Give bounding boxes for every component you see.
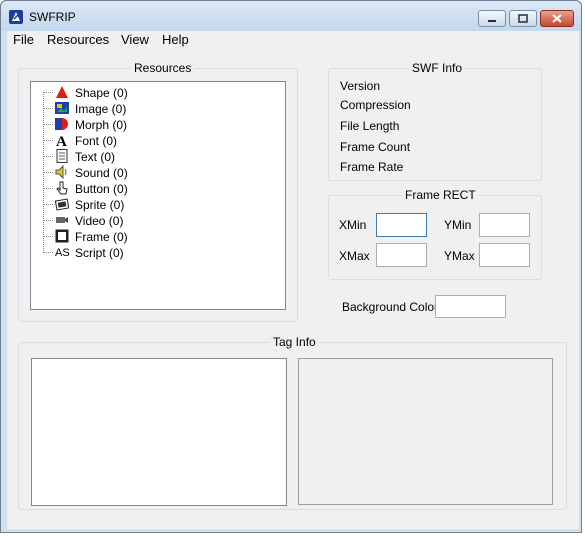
tree-item-label: Frame (0)	[75, 230, 128, 244]
tree-item-label: Shape (0)	[75, 86, 128, 100]
tree-item-label: Sprite (0)	[75, 198, 125, 212]
morph-icon	[55, 118, 68, 130]
menu-help[interactable]: Help	[162, 32, 189, 47]
version-label: Version	[340, 79, 381, 93]
svg-text:AS: AS	[55, 247, 70, 259]
background-color-field[interactable]	[435, 295, 506, 318]
tag-detail-panel	[298, 358, 553, 505]
frame-rect-group: Frame RECT XMin YMin XMax YMax	[328, 188, 542, 280]
ymin-label: YMin	[444, 218, 472, 232]
tree-branch	[43, 204, 53, 205]
client-area: Resources Shape (0) Image (0) Morph (0) …	[7, 50, 579, 529]
file-length-label: File Length	[340, 119, 400, 133]
frame-rate-label: Frame Rate	[340, 160, 404, 174]
title-bar[interactable]: SWFRIP	[1, 1, 581, 31]
tree-branch	[43, 140, 53, 141]
xmax-label: XMax	[339, 249, 370, 263]
video-icon	[56, 217, 68, 223]
close-button[interactable]	[540, 10, 574, 27]
menu-resources[interactable]: Resources	[47, 32, 109, 47]
swf-info-title: SWF Info	[409, 61, 466, 75]
window-title: SWFRIP	[29, 10, 76, 24]
swf-info-group: SWF Info Version Compression File Length…	[328, 61, 542, 181]
xmin-field[interactable]	[376, 213, 427, 237]
ymin-field[interactable]	[479, 213, 530, 237]
background-color-label: Background Color	[342, 300, 439, 314]
tree-branch	[43, 236, 53, 237]
app-window: SWFRIP File Resources View Help Resource…	[0, 0, 582, 533]
ymax-field[interactable]	[479, 243, 530, 267]
button-icon	[56, 181, 68, 195]
script-icon: AS	[55, 247, 70, 259]
close-icon	[552, 14, 562, 23]
xmin-label: XMin	[339, 218, 367, 232]
tree-branch	[43, 92, 53, 93]
tree-branch	[43, 252, 53, 253]
app-icon	[9, 10, 23, 24]
menu-bar: File Resources View Help	[7, 31, 579, 50]
minimize-icon	[488, 20, 496, 22]
tree-branch	[43, 124, 53, 125]
tree-branch	[43, 156, 53, 157]
tree-branch	[43, 172, 53, 173]
tree-item-label: Morph (0)	[75, 118, 128, 132]
minimize-button[interactable]	[478, 10, 506, 27]
image-icon	[55, 102, 69, 114]
tag-info-group: Tag Info	[18, 335, 567, 510]
resources-tree[interactable]: Shape (0) Image (0) Morph (0) A Font (0)…	[30, 81, 286, 310]
svg-text:A: A	[56, 134, 67, 147]
tree-item-label: Script (0)	[75, 246, 124, 260]
sound-icon	[55, 165, 67, 179]
tree-branch	[43, 188, 53, 189]
resources-group: Resources Shape (0) Image (0) Morph (0) …	[18, 61, 298, 322]
compression-label: Compression	[340, 98, 411, 112]
maximize-icon	[518, 14, 528, 23]
tree-branch	[43, 108, 53, 109]
tree-item-label: Sound (0)	[75, 166, 128, 180]
tree-item-label: Text (0)	[75, 150, 116, 164]
sprite-icon	[55, 198, 69, 211]
tree-item-label: Video (0)	[75, 214, 124, 228]
maximize-button[interactable]	[509, 10, 537, 27]
font-icon: A	[56, 134, 67, 147]
tree-item-label: Image (0)	[75, 102, 127, 116]
tree-item-label: Font (0)	[75, 134, 118, 148]
shape-icon	[56, 86, 68, 98]
tag-info-title: Tag Info	[270, 335, 319, 349]
text-icon	[56, 149, 68, 163]
ymax-label: YMax	[444, 249, 475, 263]
tree-item-label: Button (0)	[75, 182, 128, 196]
xmax-field[interactable]	[376, 243, 427, 267]
menu-file[interactable]: File	[13, 32, 34, 47]
resources-group-title: Resources	[131, 61, 195, 75]
frame-icon	[55, 229, 69, 243]
tag-list[interactable]	[31, 358, 287, 506]
menu-view[interactable]: View	[121, 32, 149, 47]
frame-rect-title: Frame RECT	[402, 188, 479, 202]
frame-count-label: Frame Count	[340, 140, 411, 154]
tree-branch	[43, 220, 53, 221]
